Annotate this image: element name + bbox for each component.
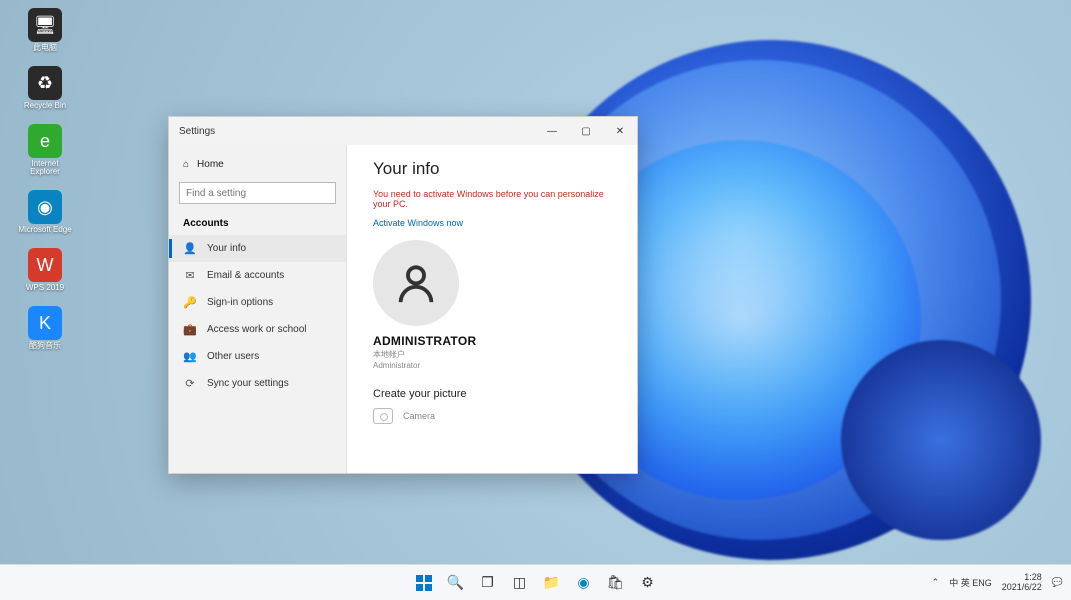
sidebar-item[interactable]: 👥 Other users xyxy=(169,343,346,370)
search-icon[interactable]: 🔍 xyxy=(443,570,469,596)
sync-icon: ⟳ xyxy=(183,377,197,390)
icon-label: 酷狗音乐 xyxy=(29,342,61,350)
desktop-icon[interactable]: e Internet Explorer xyxy=(18,124,72,176)
sidebar-item-label: Email & accounts xyxy=(207,270,284,281)
page-title: Your info xyxy=(373,159,617,179)
app-icon: 🖥 xyxy=(28,8,62,42)
sidebar-item[interactable]: ✉ Email & accounts xyxy=(169,262,346,289)
camera-label: Camera xyxy=(403,411,435,421)
app-icon: ◉ xyxy=(28,190,62,224)
section-label: Accounts xyxy=(169,214,346,235)
home-icon: ⌂ xyxy=(183,159,189,170)
tray-overflow[interactable]: ⌃ xyxy=(932,577,940,588)
wallpaper-shape xyxy=(841,340,1041,540)
icon-label: 此电脑 xyxy=(33,44,57,52)
window-title: Settings xyxy=(179,126,215,137)
desktop-icon[interactable]: ♻ Recycle Bin xyxy=(18,66,72,110)
sidebar-item-label: Other users xyxy=(207,351,259,362)
icon-label: Microsoft Edge xyxy=(18,226,71,234)
account-type: 本地帐户 xyxy=(373,349,617,360)
desktop-icon[interactable]: ◉ Microsoft Edge xyxy=(18,190,72,234)
person-icon xyxy=(393,260,439,306)
search-input[interactable] xyxy=(179,182,336,204)
sidebar-item-label: Access work or school xyxy=(207,324,306,335)
settings-icon[interactable]: ⚙ xyxy=(635,570,661,596)
home-label: Home xyxy=(197,159,224,170)
desktop-icon[interactable]: 🖥 此电脑 xyxy=(18,8,72,52)
taskbar: 🔍 ❐ ◫ 📁 ◉ 🛍 ⚙ ⌃ 中 英 ENG 1:28 2021/6/22 💬 xyxy=(0,564,1071,600)
activate-link[interactable]: Activate Windows now xyxy=(373,218,463,228)
notifications-icon[interactable]: 💬 xyxy=(1052,577,1063,588)
briefcase-icon: 💼 xyxy=(183,323,197,336)
desktop-icon[interactable]: W WPS 2019 xyxy=(18,248,72,292)
clock[interactable]: 1:28 2021/6/22 xyxy=(1002,573,1042,593)
settings-window: Settings — ▢ ✕ ⌂ Home Accounts 👤 Your inf… xyxy=(168,116,638,474)
mail-icon: ✉ xyxy=(183,269,197,282)
person-icon: 👤 xyxy=(183,242,197,255)
activation-warning: You need to activate Windows before you … xyxy=(373,189,617,209)
sidebar-item-label: Your info xyxy=(207,243,246,254)
app-icon: K xyxy=(28,306,62,340)
ime-indicator[interactable]: 中 英 ENG xyxy=(949,576,992,589)
username: ADMINISTRATOR xyxy=(373,334,617,348)
taskbar-center: 🔍 ❐ ◫ 📁 ◉ 🛍 ⚙ xyxy=(411,570,661,596)
sidebar-item[interactable]: 🔑 Sign-in options xyxy=(169,289,346,316)
content-pane: Your info You need to activate Windows b… xyxy=(347,145,637,473)
avatar xyxy=(373,240,459,326)
app-icon: ♻ xyxy=(28,66,62,100)
close-button[interactable]: ✕ xyxy=(603,117,637,145)
minimize-button[interactable]: — xyxy=(535,117,569,145)
maximize-button[interactable]: ▢ xyxy=(569,117,603,145)
search-container xyxy=(179,182,336,204)
sidebar-item-label: Sign-in options xyxy=(207,297,273,308)
start-button[interactable] xyxy=(411,570,437,596)
home-button[interactable]: ⌂ Home xyxy=(169,153,346,176)
key-icon: 🔑 xyxy=(183,296,197,309)
camera-icon xyxy=(373,408,393,424)
desktop-icons: 🖥 此电脑 ♻ Recycle Bin e Internet Explorer ◉ Micro… xyxy=(18,8,72,350)
task-view-icon[interactable]: ❐ xyxy=(475,570,501,596)
users-icon: 👥 xyxy=(183,350,197,363)
app-icon: e xyxy=(28,124,62,158)
edge-icon[interactable]: ◉ xyxy=(571,570,597,596)
store-icon[interactable]: 🛍 xyxy=(603,570,629,596)
camera-option[interactable]: Camera xyxy=(373,408,617,424)
desktop: 🖥 此电脑 ♻ Recycle Bin e Internet Explorer ◉ Micro… xyxy=(0,0,1071,600)
app-icon: W xyxy=(28,248,62,282)
titlebar[interactable]: Settings — ▢ ✕ xyxy=(169,117,637,145)
sidebar-item-label: Sync your settings xyxy=(207,378,289,389)
sidebar-item[interactable]: ⟳ Sync your settings xyxy=(169,370,346,397)
clock-date: 2021/6/22 xyxy=(1002,583,1042,593)
account-role: Administrator xyxy=(373,361,617,370)
explorer-icon[interactable]: 📁 xyxy=(539,570,565,596)
settings-sidebar: ⌂ Home Accounts 👤 Your info ✉ Email & accou… xyxy=(169,145,347,473)
sidebar-item[interactable]: 👤 Your info xyxy=(169,235,346,262)
system-tray: ⌃ 中 英 ENG 1:28 2021/6/22 💬 xyxy=(932,573,1063,593)
icon-label: WPS 2019 xyxy=(26,284,64,292)
icon-label: Internet Explorer xyxy=(18,160,72,176)
sidebar-item[interactable]: 💼 Access work or school xyxy=(169,316,346,343)
desktop-icon[interactable]: K 酷狗音乐 xyxy=(18,306,72,350)
create-picture-heading: Create your picture xyxy=(373,388,617,400)
icon-label: Recycle Bin xyxy=(24,102,66,110)
widgets-icon[interactable]: ◫ xyxy=(507,570,533,596)
